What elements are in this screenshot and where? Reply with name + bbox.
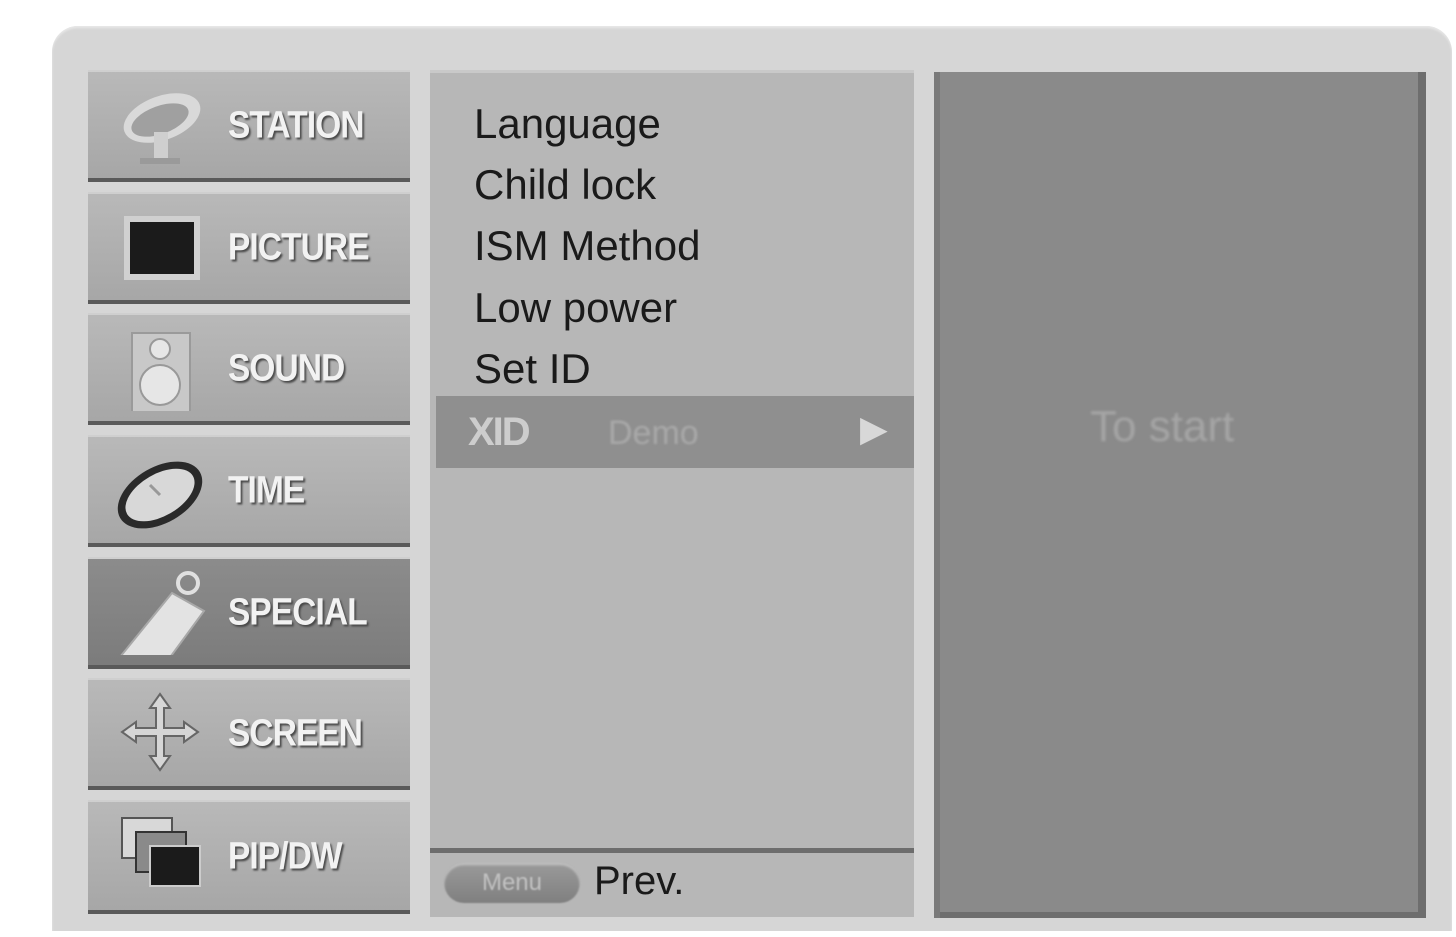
submenu-panel: Language Child lock ISM Method Low power… xyxy=(430,70,914,915)
category-label: SPECIAL xyxy=(228,591,368,634)
menu-item-set-id[interactable]: Set ID xyxy=(474,345,591,393)
pip-windows-icon xyxy=(121,817,201,887)
clock-icon xyxy=(117,461,203,529)
detail-panel: To start xyxy=(934,72,1426,918)
menu-item-demo[interactable]: XID Demo ▶ xyxy=(436,396,914,468)
xid-icon: XID xyxy=(468,410,531,454)
detail-text: To start xyxy=(1090,402,1235,451)
menu-item-label: Demo xyxy=(608,414,699,452)
category-special[interactable]: SPECIAL xyxy=(88,557,410,669)
menu-item-child-lock[interactable]: Child lock xyxy=(474,161,656,209)
category-pip-dw[interactable]: PIP/DW xyxy=(88,800,410,914)
category-picture[interactable]: PICTURE xyxy=(88,192,410,304)
screen-icon xyxy=(124,216,200,280)
category-sound[interactable]: SOUND xyxy=(88,313,410,425)
category-label: SCREEN xyxy=(228,712,363,755)
category-label: SOUND xyxy=(228,347,345,390)
satellite-dish-icon xyxy=(123,93,201,164)
category-label: PICTURE xyxy=(228,226,370,269)
footer-bar: Menu Prev. xyxy=(430,848,914,917)
menu-key-button[interactable]: Menu xyxy=(444,863,580,903)
menu-item-ism-method[interactable]: ISM Method xyxy=(474,222,700,270)
speaker-icon xyxy=(131,332,191,411)
move-arrows-icon xyxy=(120,692,200,772)
category-time[interactable]: TIME xyxy=(88,435,410,547)
menu-item-language[interactable]: Language xyxy=(474,100,661,148)
category-label: PIP/DW xyxy=(228,835,343,878)
category-label: TIME xyxy=(228,469,305,512)
prev-label: Prev. xyxy=(594,859,685,903)
category-screen[interactable]: SCREEN xyxy=(88,678,410,790)
arrow-right-icon: ▶ xyxy=(860,408,888,449)
category-station[interactable]: STATION xyxy=(88,70,410,182)
tag-icon xyxy=(120,571,206,655)
category-label: STATION xyxy=(228,104,365,147)
menu-item-low-power[interactable]: Low power xyxy=(474,284,677,332)
